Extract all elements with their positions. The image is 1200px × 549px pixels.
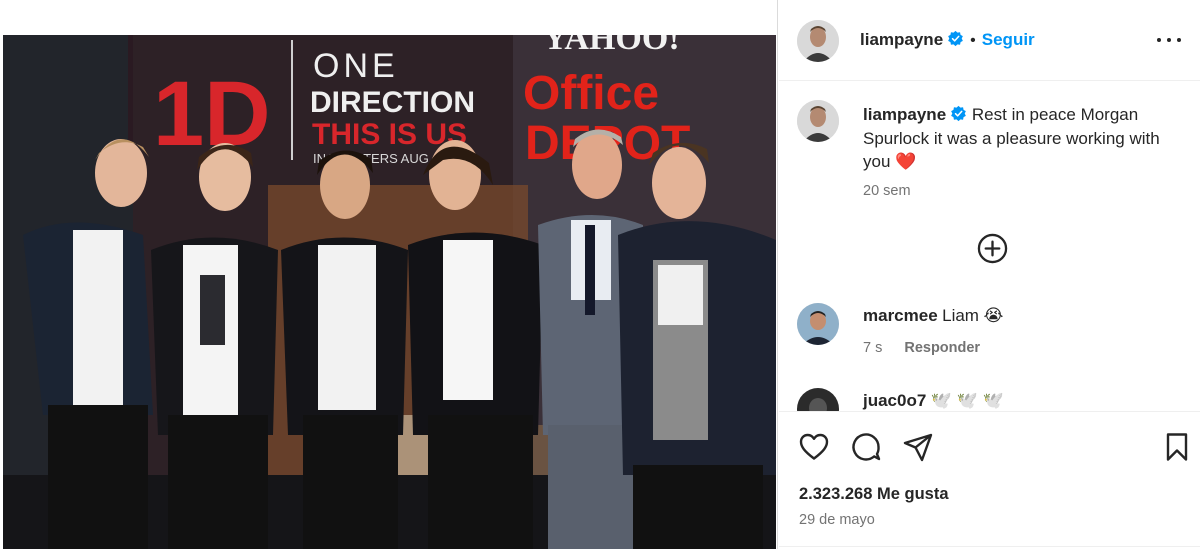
avatar-image bbox=[797, 20, 839, 62]
paper-plane-icon[interactable] bbox=[902, 431, 934, 463]
post-media-pane: 1D ONE DIRECTION THIS IS US IN THEATERS … bbox=[0, 0, 778, 549]
likes-count[interactable]: 2.323.268 Me gusta bbox=[799, 485, 949, 504]
caption-heart-emoji: ❤️ bbox=[895, 152, 917, 171]
crying-emoji: 😭 bbox=[983, 306, 1004, 325]
comment-line: juac0o7 🕊️ 🕊️ 🕊️ bbox=[863, 391, 1004, 411]
header-separator: • bbox=[970, 32, 976, 49]
verified-badge-icon bbox=[951, 105, 967, 122]
post-date[interactable]: 29 de mayo bbox=[799, 512, 875, 528]
post-side-panel: liampayne • Seguir liampayne Rest in peace… bbox=[779, 0, 1200, 549]
group-photo-illustration: 1D ONE DIRECTION THIS IS US IN THEATERS … bbox=[3, 35, 776, 549]
header-author-line: liampayne • Seguir bbox=[860, 30, 1035, 50]
banner-title-2: DIRECTION bbox=[310, 86, 475, 119]
comment-time: 7 s bbox=[863, 340, 883, 356]
caption-text-block: liampayne Rest in peace Morgan Spurlock … bbox=[863, 103, 1163, 203]
divider bbox=[779, 546, 1200, 547]
comment-line: marcmee Liam 😭 bbox=[863, 306, 1003, 326]
comment-username[interactable]: marcmee bbox=[863, 306, 938, 325]
post-actions: 2.323.268 Me gusta 29 de mayo bbox=[779, 411, 1200, 549]
reply-button[interactable]: Responder bbox=[904, 340, 980, 356]
author-avatar[interactable] bbox=[797, 20, 839, 62]
comment-text: Liam bbox=[942, 306, 979, 325]
more-options-icon[interactable] bbox=[1156, 30, 1182, 50]
caption-avatar[interactable] bbox=[797, 100, 839, 142]
sponsor-top: YAHOO! bbox=[543, 35, 680, 57]
heart-icon[interactable] bbox=[798, 431, 830, 463]
sponsor-line1: Office bbox=[523, 67, 659, 120]
comment-avatar[interactable] bbox=[797, 388, 839, 411]
post-photo[interactable]: 1D ONE DIRECTION THIS IS US IN THEATERS … bbox=[3, 35, 776, 549]
follow-button[interactable]: Seguir bbox=[982, 30, 1035, 49]
caption-username[interactable]: liampayne bbox=[863, 105, 946, 124]
avatar-image bbox=[797, 100, 839, 142]
caption-time: 20 sem bbox=[863, 182, 911, 199]
avatar-image bbox=[797, 303, 839, 345]
add-comment-plus-icon[interactable] bbox=[977, 233, 1008, 264]
dove-emojis: 🕊️ 🕊️ 🕊️ bbox=[930, 391, 1004, 410]
author-username[interactable]: liampayne bbox=[860, 30, 943, 49]
comment-item: juac0o7 🕊️ 🕊️ 🕊️ bbox=[779, 388, 1200, 411]
post-header: liampayne • Seguir bbox=[779, 0, 1200, 81]
comment-username[interactable]: juac0o7 bbox=[863, 391, 926, 410]
banner-title-1: ONE bbox=[313, 47, 399, 85]
avatar-image bbox=[797, 388, 839, 411]
verified-badge-icon bbox=[948, 30, 964, 47]
comment-meta: 7 s Responder bbox=[863, 339, 980, 357]
bookmark-icon[interactable] bbox=[1161, 431, 1193, 463]
comment-avatar[interactable] bbox=[797, 303, 839, 345]
comment-bubble-icon[interactable] bbox=[850, 431, 882, 463]
